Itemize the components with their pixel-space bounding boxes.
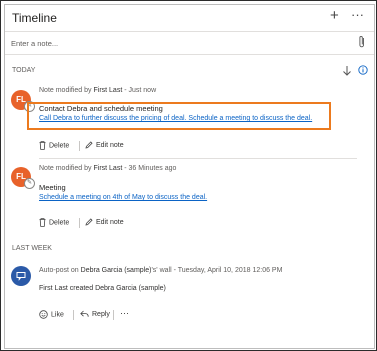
like-button[interactable]: Like: [39, 310, 64, 319]
post-line: First Last created Debra Garcia (sample): [39, 285, 166, 292]
meta-prefix: Note modified by: [39, 87, 92, 94]
action-divider: [79, 218, 80, 228]
section-today: TODAY: [12, 67, 36, 74]
entry-meta: Note modified by First Last - 36 Minutes…: [39, 165, 176, 172]
edit-note-label: Edit note: [96, 141, 124, 149]
post-more-button[interactable]: ···: [120, 308, 129, 318]
reply-button[interactable]: Reply: [80, 310, 110, 318]
action-divider: [79, 141, 80, 151]
paperclip-icon[interactable]: [357, 35, 367, 49]
meta-prefix: Auto-post on: [39, 267, 79, 274]
edit-note-button[interactable]: Edit note: [85, 141, 124, 149]
pencil-icon: [85, 218, 93, 226]
timeline-panel: Timeline + ··· TODAY FL ✎ Note modified …: [4, 4, 375, 349]
note-badge-icon: ✎: [24, 178, 35, 189]
highlight-box: [27, 102, 331, 130]
pencil-icon: [85, 141, 93, 149]
entry-meta: Note modified by First Last - Just now: [39, 87, 156, 94]
info-icon[interactable]: [358, 65, 368, 75]
meta-author: First Last: [93, 87, 123, 94]
trash-icon: [39, 141, 46, 150]
section-last-week: LAST WEEK: [12, 245, 52, 252]
like-icon: [39, 310, 48, 319]
delete-label: Delete: [49, 142, 70, 150]
add-activity-button[interactable]: +: [330, 7, 339, 24]
meta-suffix: 's' wall -: [151, 267, 176, 274]
like-label: Like: [51, 311, 64, 319]
timeline-frame: Timeline + ··· TODAY FL ✎ Note modified …: [0, 0, 377, 351]
post-meta: Auto-post on Debra Garcia (sample)'s' wa…: [39, 267, 282, 274]
timeline-header: Timeline + ···: [5, 5, 374, 32]
filter-arrow-icon[interactable]: [342, 65, 352, 77]
action-divider: [73, 310, 74, 320]
post-verb: created: [69, 285, 94, 292]
delete-button[interactable]: Delete: [39, 218, 69, 227]
meta-prefix: Note modified by: [39, 165, 92, 172]
delete-button[interactable]: Delete: [39, 141, 69, 150]
meta-author: First Last: [93, 165, 123, 172]
edit-note-label: Edit note: [96, 218, 124, 226]
edit-note-button[interactable]: Edit note: [85, 218, 124, 226]
note-input[interactable]: [11, 35, 341, 51]
timeline-title: Timeline: [12, 11, 57, 25]
action-divider: [113, 310, 114, 320]
post-target[interactable]: Debra Garcia (sample): [95, 285, 166, 292]
entry-body-link[interactable]: Schedule a meeting on 4th of May to disc…: [39, 194, 207, 201]
post-icon: [16, 272, 26, 281]
note-entry-row: [5, 32, 374, 55]
avatar: [11, 266, 31, 286]
entry-title: Meeting: [39, 183, 66, 192]
meta-time: - Just now: [124, 87, 157, 94]
meta-time: - 36 Minutes ago: [124, 165, 177, 172]
reply-label: Reply: [92, 310, 110, 318]
trash-icon: [39, 218, 46, 227]
meta-time: Tuesday, April 10, 2018 12:06 PM: [177, 267, 283, 274]
meta-target[interactable]: Debra Garcia (sample): [81, 267, 152, 274]
entry-divider: [39, 158, 357, 159]
delete-label: Delete: [49, 219, 70, 227]
post-author[interactable]: First Last: [39, 285, 68, 292]
reply-icon: [80, 310, 89, 317]
more-options-button[interactable]: ···: [351, 7, 364, 22]
